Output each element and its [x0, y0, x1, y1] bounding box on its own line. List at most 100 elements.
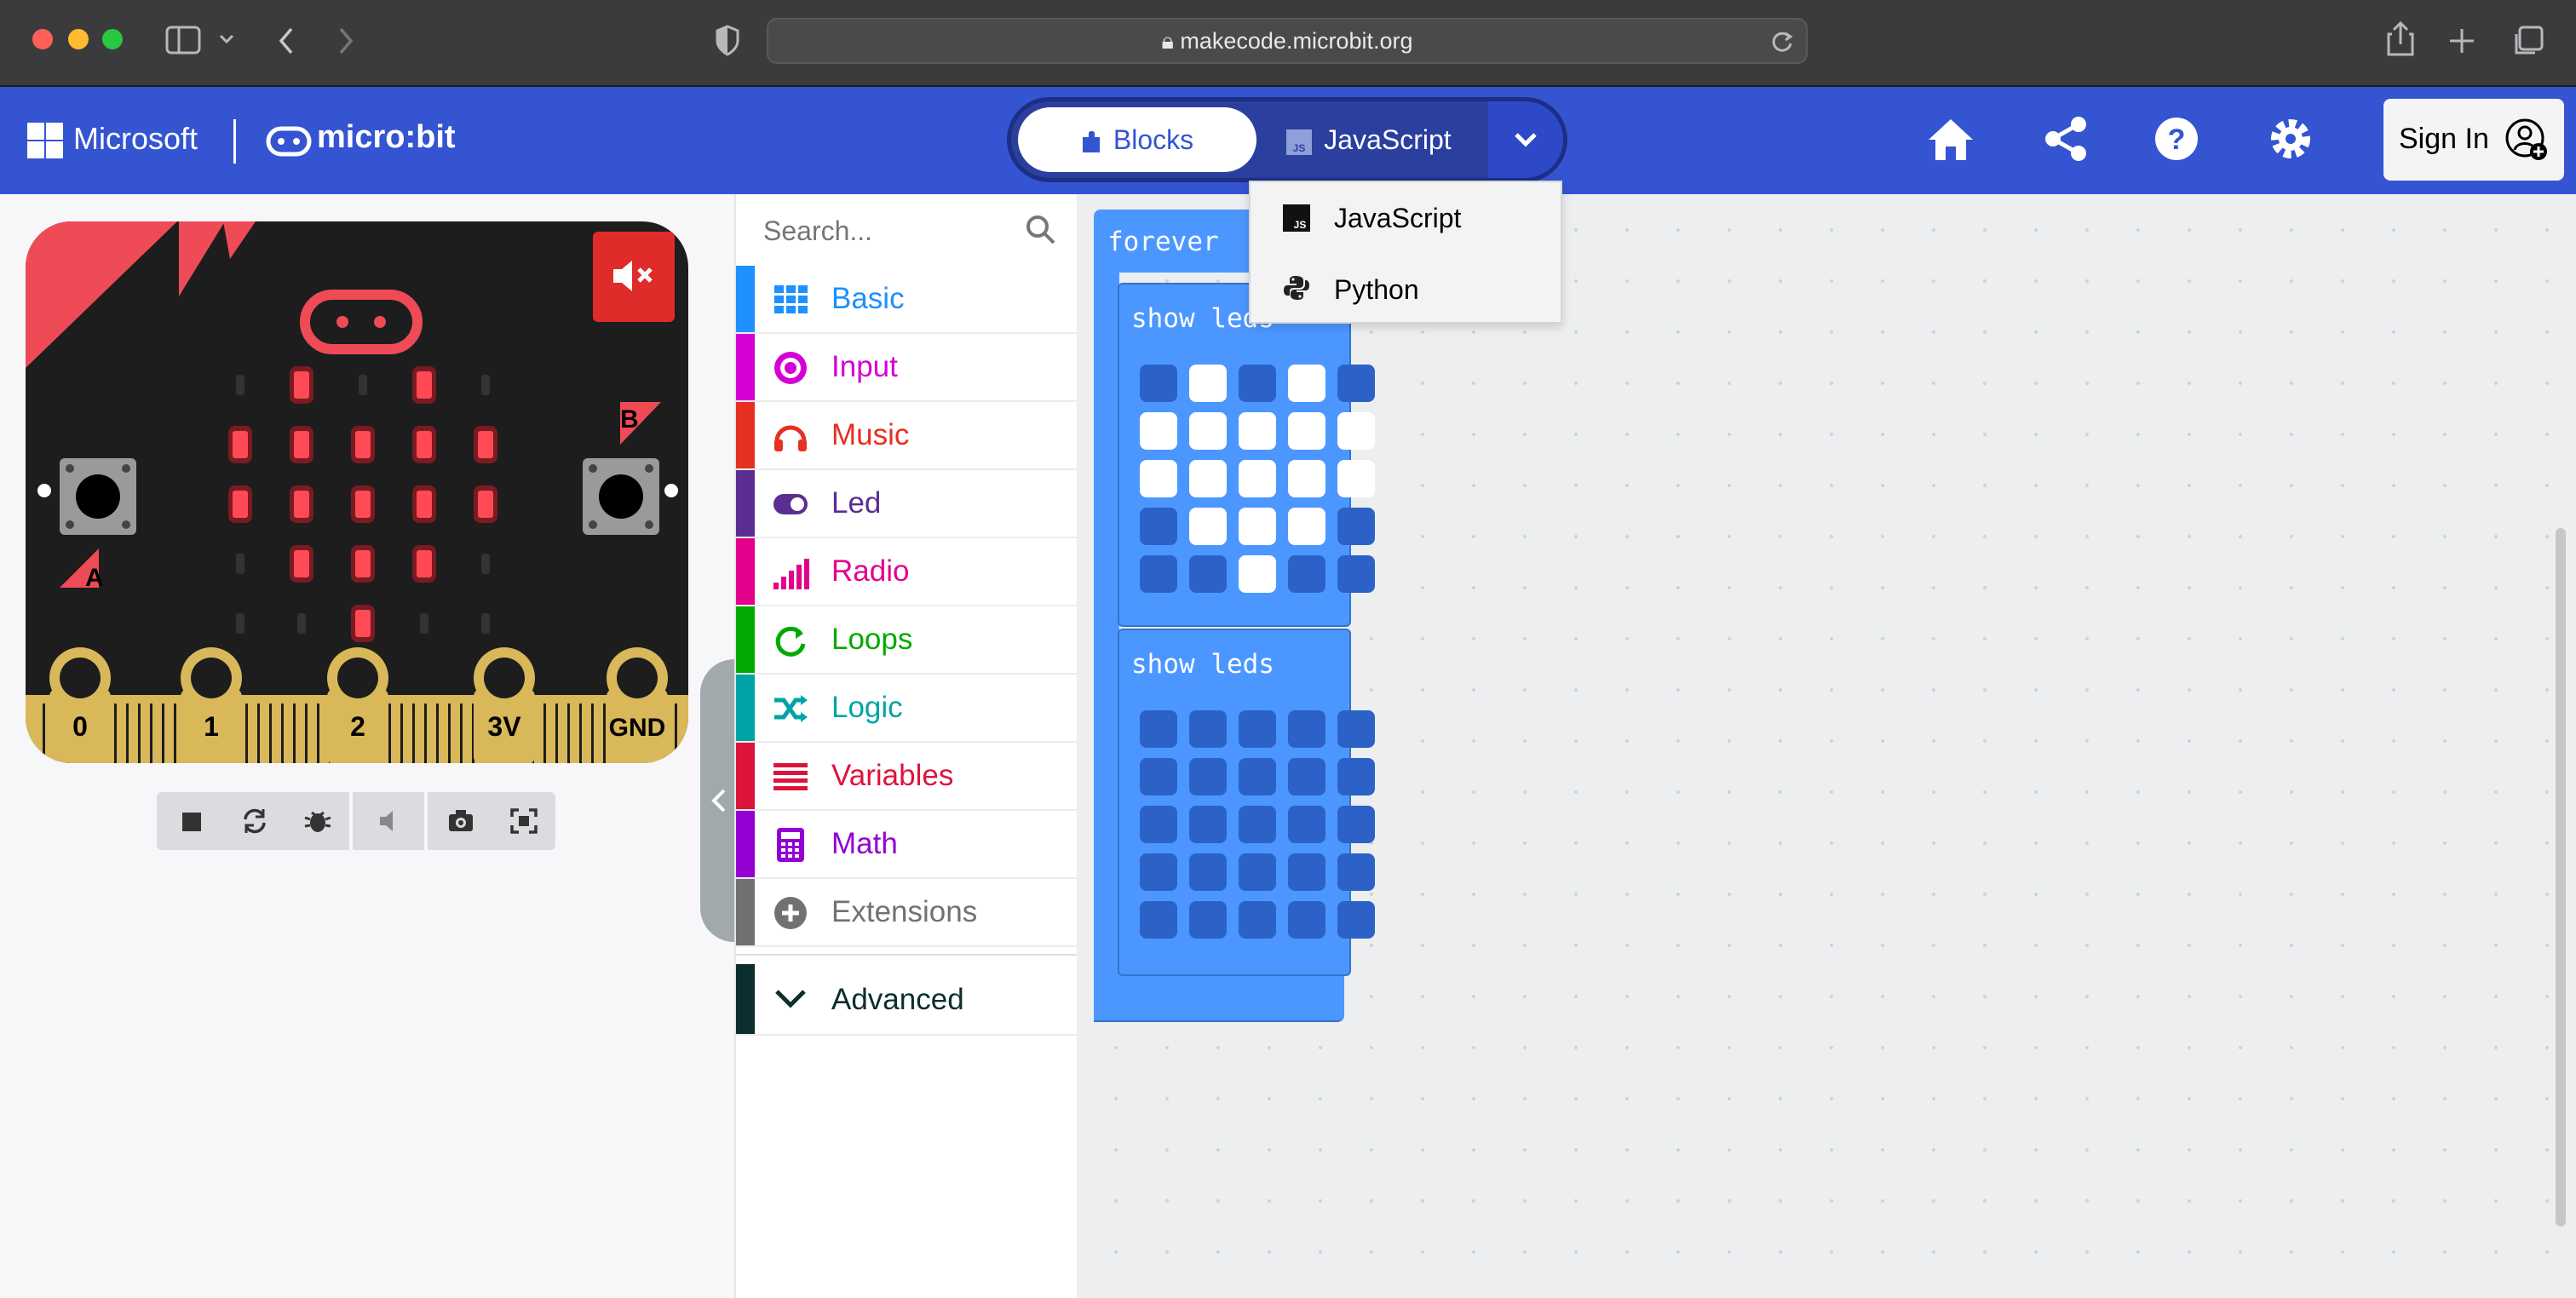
fullscreen-icon[interactable] [509, 807, 538, 835]
settings-gear-icon[interactable] [2268, 116, 2314, 162]
led-cell[interactable] [1288, 806, 1325, 843]
led-cell[interactable] [1337, 460, 1375, 497]
led-cell[interactable] [1288, 853, 1325, 891]
led-cell[interactable] [1239, 758, 1276, 795]
led-cell[interactable] [1189, 806, 1227, 843]
microsoft-logo-icon[interactable] [27, 123, 63, 158]
sidebar-toggle-icon[interactable] [165, 26, 203, 56]
show-leds-block[interactable]: show leds [1118, 283, 1375, 627]
led-cell[interactable] [1337, 555, 1375, 593]
category-music[interactable]: Music [736, 402, 1078, 470]
led-cell[interactable] [1239, 460, 1276, 497]
forever-block-arm[interactable] [1094, 273, 1119, 979]
led-cell[interactable] [1239, 508, 1276, 545]
led-cell[interactable] [1288, 710, 1325, 748]
led-grid[interactable] [1140, 710, 1375, 939]
address-bar[interactable]: 🔒︎ makecode.microbit.org [767, 18, 1808, 64]
mute-button[interactable] [593, 232, 675, 322]
forever-block-footer[interactable] [1094, 974, 1344, 1022]
led-cell[interactable] [1239, 710, 1276, 748]
blocks-tab[interactable]: Blocks [1018, 107, 1256, 172]
led-cell[interactable] [1337, 365, 1375, 402]
category-led[interactable]: Led [736, 470, 1078, 538]
led-cell[interactable] [1288, 555, 1325, 593]
debug-bug-icon[interactable] [303, 807, 332, 835]
blocks-workspace[interactable]: forever show leds show leds [1077, 194, 2576, 1298]
led-cell[interactable] [1140, 508, 1177, 545]
reload-icon[interactable] [1770, 30, 1794, 54]
led-cell[interactable] [1140, 412, 1177, 450]
tab-overview-icon[interactable] [2511, 24, 2545, 58]
led-cell[interactable] [1337, 412, 1375, 450]
led-cell[interactable] [1140, 853, 1177, 891]
led-cell[interactable] [1189, 555, 1227, 593]
led-cell[interactable] [1189, 460, 1227, 497]
show-leds-block[interactable]: show leds [1118, 629, 1375, 976]
led-cell[interactable] [1239, 901, 1276, 939]
led-cell[interactable] [1140, 460, 1177, 497]
dropdown-item-javascript[interactable]: JS JavaScript [1251, 182, 1561, 254]
category-advanced[interactable]: Advanced [736, 964, 1078, 1036]
led-cell[interactable] [1189, 412, 1227, 450]
led-cell[interactable] [1189, 853, 1227, 891]
led-cell[interactable] [1189, 365, 1227, 402]
led-cell[interactable] [1239, 853, 1276, 891]
microbit-logo-icon[interactable] [266, 126, 312, 157]
led-cell[interactable] [1288, 460, 1325, 497]
share-project-icon[interactable] [2044, 116, 2087, 162]
led-cell[interactable] [1288, 901, 1325, 939]
led-cell[interactable] [1189, 508, 1227, 545]
javascript-tab[interactable]: JS JavaScript [1267, 107, 1471, 172]
share-icon[interactable] [2385, 20, 2416, 58]
privacy-shield-icon[interactable] [714, 24, 741, 58]
restart-icon[interactable] [240, 807, 269, 835]
led-cell[interactable] [1140, 710, 1177, 748]
dropdown-item-python[interactable]: Python [1251, 254, 1561, 325]
minimize-window-button[interactable] [68, 29, 89, 49]
category-math[interactable]: Math [736, 811, 1078, 879]
zoom-window-button[interactable] [102, 29, 123, 49]
led-cell[interactable] [1189, 710, 1227, 748]
language-dropdown-button[interactable] [1488, 101, 1563, 178]
led-cell[interactable] [1239, 412, 1276, 450]
led-cell[interactable] [1189, 758, 1227, 795]
collapse-simulator-handle[interactable] [700, 659, 738, 942]
led-cell[interactable] [1239, 555, 1276, 593]
category-basic[interactable]: Basic [736, 266, 1078, 334]
led-cell[interactable] [1337, 758, 1375, 795]
category-input[interactable]: Input [736, 334, 1078, 402]
led-cell[interactable] [1239, 806, 1276, 843]
category-radio[interactable]: Radio [736, 538, 1078, 606]
category-loops[interactable]: Loops [736, 606, 1078, 675]
search-input[interactable] [762, 204, 1021, 257]
led-cell[interactable] [1288, 758, 1325, 795]
forward-icon[interactable] [336, 26, 356, 56]
led-cell[interactable] [1337, 853, 1375, 891]
category-logic[interactable]: Logic [736, 675, 1078, 743]
led-cell[interactable] [1337, 710, 1375, 748]
chevron-down-icon[interactable] [218, 32, 235, 46]
help-icon[interactable]: ? [2153, 116, 2199, 162]
workspace-scrollbar[interactable] [2556, 528, 2566, 1226]
led-cell[interactable] [1189, 901, 1227, 939]
led-cell[interactable] [1140, 365, 1177, 402]
back-icon[interactable] [276, 26, 296, 56]
led-cell[interactable] [1337, 806, 1375, 843]
led-cell[interactable] [1288, 365, 1325, 402]
led-cell[interactable] [1288, 412, 1325, 450]
led-cell[interactable] [1337, 901, 1375, 939]
led-cell[interactable] [1140, 758, 1177, 795]
led-cell[interactable] [1337, 508, 1375, 545]
led-cell[interactable] [1140, 901, 1177, 939]
led-cell[interactable] [1140, 806, 1177, 843]
search-icon[interactable] [1026, 215, 1056, 245]
led-cell[interactable] [1239, 365, 1276, 402]
stop-icon[interactable] [179, 807, 204, 835]
volume-icon[interactable] [377, 807, 402, 835]
led-cell[interactable] [1140, 555, 1177, 593]
sign-in-button[interactable]: Sign In [2383, 99, 2564, 181]
microbit-simulator-board[interactable]: A B 0 1 2 3V GND [26, 221, 688, 763]
category-variables[interactable]: Variables [736, 743, 1078, 811]
category-extensions[interactable]: Extensions [736, 879, 1078, 947]
led-grid[interactable] [1140, 365, 1375, 593]
